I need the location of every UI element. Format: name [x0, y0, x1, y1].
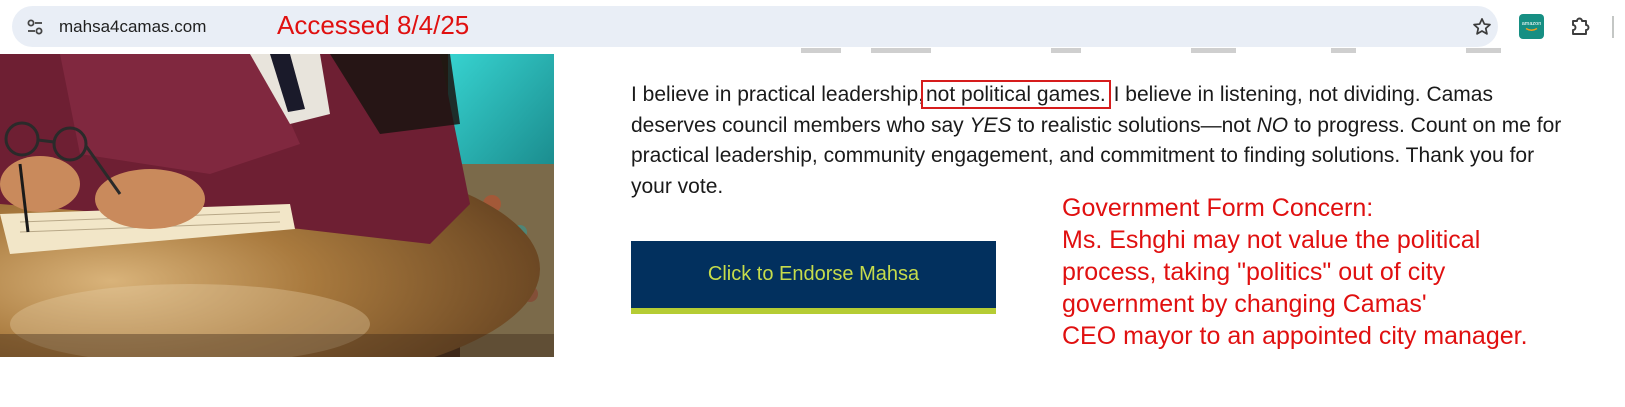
- concern-line: Ms. Eshghi may not value the political: [1062, 226, 1481, 254]
- yes-emphasis: YES: [969, 113, 1012, 137]
- concern-line: government by changing Camas': [1062, 290, 1427, 318]
- star-icon[interactable]: [1468, 13, 1496, 41]
- candidate-statement: I believe in practical leadership,not po…: [631, 80, 1571, 202]
- concern-line: process, taking "politics" out of city: [1062, 258, 1446, 286]
- amazon-extension-icon[interactable]: amazon: [1519, 14, 1544, 39]
- candidate-photo: [0, 54, 554, 357]
- endorse-button[interactable]: Click to Endorse Mahsa: [631, 241, 996, 314]
- statement-part-3: to realistic solutions—not: [1011, 113, 1257, 137]
- clipped-text-line: [631, 38, 1561, 55]
- page: mahsa4camas.com Accessed 8/4/25 amazon I…: [0, 0, 1625, 407]
- no-emphasis: NO: [1256, 113, 1289, 137]
- government-form-concern-note: Government Form Concern: Ms. Eshghi may …: [1062, 192, 1622, 352]
- toolbar-divider: [1612, 16, 1614, 38]
- puzzle-icon[interactable]: [1566, 12, 1594, 40]
- amazon-extension-label: amazon: [1522, 21, 1542, 27]
- accessed-date-note: Accessed 8/4/25: [277, 10, 470, 40]
- statement-part-1: I believe in practical leadership,: [631, 83, 924, 106]
- url-text[interactable]: mahsa4camas.com: [59, 15, 206, 39]
- concern-line: CEO mayor to an appointed city manager.: [1062, 322, 1528, 350]
- tune-icon[interactable]: [21, 13, 49, 41]
- highlighted-phrase: not political games.: [921, 80, 1111, 109]
- concern-line: Government Form Concern:: [1062, 194, 1374, 222]
